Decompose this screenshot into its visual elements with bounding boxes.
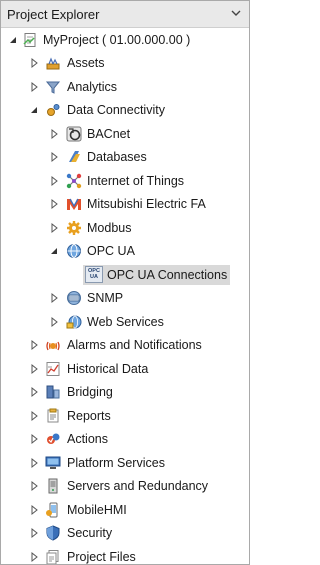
tree-item-servers-and-redundancy[interactable]: Servers and Redundancy bbox=[1, 475, 249, 497]
analytics-icon bbox=[45, 81, 61, 94]
mitsubishi-icon bbox=[67, 198, 81, 210]
collapsed-arrow-icon[interactable] bbox=[28, 504, 40, 516]
tree-item-label: Mitsubishi Electric FA bbox=[87, 197, 206, 211]
tree-item-modbus[interactable]: Modbus bbox=[1, 217, 249, 239]
tree-item-data-connectivity[interactable]: Data Connectivity bbox=[1, 99, 249, 121]
reports-icon bbox=[47, 408, 59, 423]
data-connectivity-icon bbox=[47, 104, 60, 116]
tree-item-mitsubishi-electric-fa[interactable]: Mitsubishi Electric FA bbox=[1, 193, 249, 215]
tree-item-label: Platform Services bbox=[67, 456, 165, 470]
tree-item-platform-services[interactable]: Platform Services bbox=[1, 452, 249, 474]
alarms-icon bbox=[46, 341, 60, 351]
tree-item-label: Bridging bbox=[67, 385, 113, 399]
expanded-arrow-icon[interactable] bbox=[7, 34, 19, 46]
bacnet-icon bbox=[66, 126, 82, 142]
collapsed-arrow-icon[interactable] bbox=[48, 175, 60, 187]
chevron-down-icon[interactable] bbox=[229, 6, 243, 20]
collapsed-arrow-icon[interactable] bbox=[28, 527, 40, 539]
project-icon bbox=[23, 33, 36, 47]
tree-item-label: OPC UA Connections bbox=[107, 268, 228, 282]
tree-item-label: Modbus bbox=[87, 221, 132, 235]
collapsed-arrow-icon[interactable] bbox=[28, 551, 40, 563]
collapsed-arrow-icon[interactable] bbox=[28, 57, 40, 69]
collapsed-arrow-icon[interactable] bbox=[28, 433, 40, 445]
collapsed-arrow-icon[interactable] bbox=[28, 386, 40, 398]
tree-item-assets[interactable]: Assets bbox=[1, 52, 249, 74]
tree-item-label: Project Files bbox=[67, 550, 136, 564]
tree-item-label: MobileHMI bbox=[67, 503, 127, 517]
tree-item-label: Databases bbox=[87, 150, 147, 164]
tree-item-alarms-and-notifications[interactable]: Alarms and Notifications bbox=[1, 334, 249, 356]
collapsed-arrow-icon[interactable] bbox=[48, 292, 60, 304]
tree-item-root[interactable]: MyProject ( 01.00.000.00 ) bbox=[1, 29, 249, 51]
tree-item-historical-data[interactable]: Historical Data bbox=[1, 358, 249, 380]
collapsed-arrow-icon[interactable] bbox=[28, 81, 40, 93]
databases-icon bbox=[69, 151, 80, 162]
tree-item-opc-ua[interactable]: OPC UA bbox=[1, 240, 249, 262]
tree-item-label: BACnet bbox=[87, 127, 131, 141]
opc-ua-connections-icon: OPC UA bbox=[85, 266, 103, 283]
snmp-icon bbox=[67, 291, 81, 305]
tree-item-label: Servers and Redundancy bbox=[67, 479, 209, 493]
modbus-icon bbox=[67, 221, 81, 235]
tree-item-label: Historical Data bbox=[67, 362, 149, 376]
collapsed-arrow-icon[interactable] bbox=[48, 198, 60, 210]
tree-item-label: MyProject ( 01.00.000.00 ) bbox=[43, 33, 191, 47]
opc-ua-connections-icon-text: OPC UA bbox=[88, 268, 100, 280]
collapsed-arrow-icon[interactable] bbox=[28, 480, 40, 492]
collapsed-arrow-icon[interactable] bbox=[28, 339, 40, 351]
expanded-arrow-icon[interactable] bbox=[48, 245, 60, 257]
tree-item-databases[interactable]: Databases bbox=[1, 146, 249, 168]
collapsed-arrow-icon[interactable] bbox=[28, 363, 40, 375]
mobilehmi-icon bbox=[46, 502, 58, 518]
expanded-arrow-icon[interactable] bbox=[28, 104, 40, 116]
tree-item-label: Web Services bbox=[87, 315, 164, 329]
tree-item-label: OPC UA bbox=[87, 244, 135, 258]
historical-data-icon bbox=[46, 362, 60, 376]
tree-item-label: SNMP bbox=[87, 291, 124, 305]
opc-ua-icon bbox=[67, 244, 81, 258]
collapsed-arrow-icon[interactable] bbox=[48, 222, 60, 234]
tree-item-web-services[interactable]: Web Services bbox=[1, 311, 249, 333]
tree-item-mobilehmi[interactable]: MobileHMI bbox=[1, 499, 249, 521]
tree-item-snmp[interactable]: SNMP bbox=[1, 287, 249, 309]
project-explorer-panel: Project Explorer MyProject ( 01.00.000.0… bbox=[0, 0, 250, 565]
collapsed-arrow-icon[interactable] bbox=[48, 128, 60, 140]
collapsed-arrow-icon[interactable] bbox=[28, 410, 40, 422]
panel-title: Project Explorer bbox=[7, 7, 100, 22]
tree-item-label: Data Connectivity bbox=[67, 103, 165, 117]
tree-item-internet-of-things[interactable]: Internet of Things bbox=[1, 170, 249, 192]
tree-item-bridging[interactable]: Bridging bbox=[1, 381, 249, 403]
assets-icon bbox=[46, 57, 60, 70]
tree-item-analytics[interactable]: Analytics bbox=[1, 76, 249, 98]
bridging-icon bbox=[46, 385, 60, 399]
collapsed-arrow-icon[interactable] bbox=[48, 151, 60, 163]
platform-services-icon bbox=[45, 456, 61, 469]
tree-item-security[interactable]: Security bbox=[1, 522, 249, 544]
panel-header: Project Explorer bbox=[1, 1, 249, 28]
tree-item-reports[interactable]: Reports bbox=[1, 405, 249, 427]
tree-item-opc-ua-connections[interactable]: OPC UA OPC UA Connections bbox=[1, 264, 249, 286]
collapsed-arrow-icon[interactable] bbox=[28, 457, 40, 469]
tree-item-project-files[interactable]: Project Files bbox=[1, 546, 249, 564]
actions-icon bbox=[47, 433, 60, 444]
security-icon bbox=[46, 525, 60, 541]
tree-item-actions[interactable]: Actions bbox=[1, 428, 249, 450]
tree-item-label: Reports bbox=[67, 409, 111, 423]
web-services-icon bbox=[66, 315, 82, 329]
tree-item-bacnet[interactable]: BACnet bbox=[1, 123, 249, 145]
tree-item-label: Actions bbox=[67, 432, 108, 446]
project-files-icon bbox=[46, 550, 59, 564]
tree-item-label: Security bbox=[67, 526, 113, 540]
iot-icon bbox=[66, 173, 82, 189]
tree-item-label: Internet of Things bbox=[87, 174, 185, 188]
tree-item-label: Alarms and Notifications bbox=[67, 338, 202, 352]
tree-item-label: Analytics bbox=[67, 80, 118, 94]
tree-item-label: Assets bbox=[67, 56, 105, 70]
servers-icon bbox=[48, 478, 58, 494]
collapsed-arrow-icon[interactable] bbox=[48, 316, 60, 328]
